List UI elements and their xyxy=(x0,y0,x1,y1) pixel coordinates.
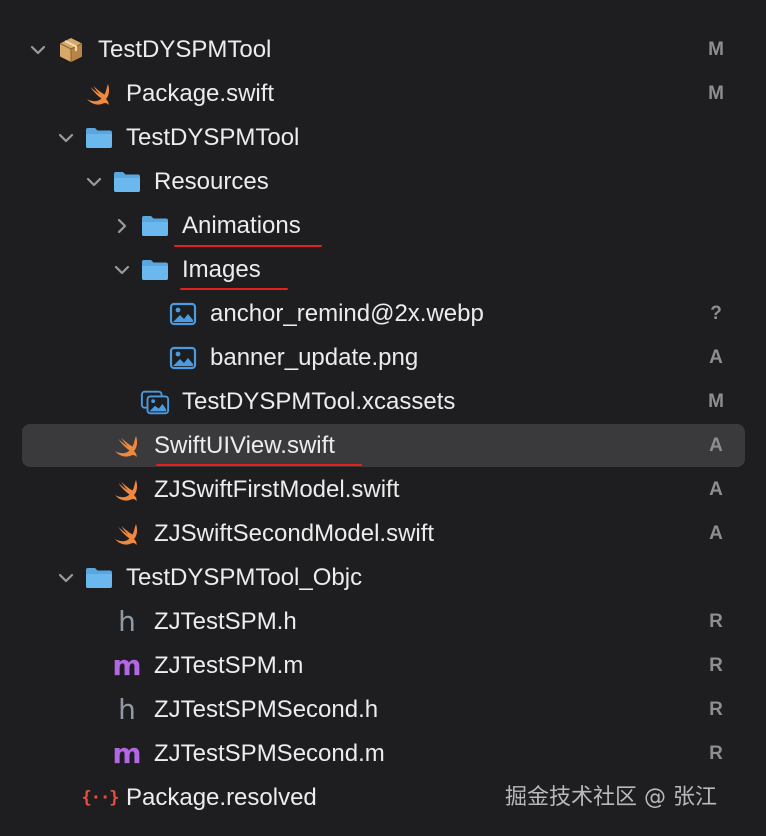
objc-file-icon: m xyxy=(112,740,142,768)
tree-item-label: ZJTestSPMSecond.m xyxy=(154,740,385,767)
source-control-status: M xyxy=(708,39,724,60)
tree-item-label: ZJTestSPMSecond.h xyxy=(154,696,379,723)
tree-row-file[interactable]: TestDYSPMTool.xcassets M xyxy=(0,380,766,424)
source-control-status: R xyxy=(709,699,723,720)
chevron-down-icon[interactable] xyxy=(84,172,104,192)
chevron-down-icon[interactable] xyxy=(112,260,132,280)
source-control-status: R xyxy=(709,743,723,764)
tree-item-label: ZJTestSPM.h xyxy=(154,608,297,635)
tree-item-label: TestDYSPMTool.xcassets xyxy=(182,388,456,415)
tree-item-label: banner_update.png xyxy=(210,344,419,371)
chevron-down-icon[interactable] xyxy=(56,128,76,148)
project-navigator: TestDYSPMTool M Package.swift M TestDYSP… xyxy=(0,0,766,836)
tree-row-file[interactable]: anchor_remind@2x.webp ? xyxy=(0,292,766,336)
swift-file-icon xyxy=(112,476,142,504)
tree-item-label: Animations xyxy=(182,212,301,239)
tree-row-file[interactable]: h ZJTestSPMSecond.h R xyxy=(0,688,766,732)
tree-item-label: Images xyxy=(182,256,261,283)
header-glyph: h xyxy=(118,605,136,638)
swift-file-icon xyxy=(112,520,142,548)
source-control-status xyxy=(698,204,734,248)
source-control-status: A xyxy=(709,479,723,500)
folder-icon xyxy=(140,212,170,240)
tree-item-label: ZJSwiftSecondModel.swift xyxy=(154,520,435,547)
source-control-status: A xyxy=(709,435,723,456)
tree-row-folder[interactable]: Animations xyxy=(0,204,766,248)
objc-file-icon: m xyxy=(112,652,142,680)
chevron-down-icon[interactable] xyxy=(56,568,76,588)
source-control-status xyxy=(698,556,734,600)
tree-row-folder[interactable]: Resources xyxy=(0,160,766,204)
header-file-icon: h xyxy=(112,608,142,636)
json-file-icon: {··} xyxy=(81,784,120,812)
tree-item-label: Package.resolved xyxy=(126,784,317,811)
source-control-status: A xyxy=(709,347,723,368)
header-file-icon: h xyxy=(112,696,142,724)
source-control-status: A xyxy=(709,523,723,544)
annotation-underline xyxy=(174,245,322,247)
tree-item-label: TestDYSPMTool xyxy=(126,124,300,151)
package-icon xyxy=(56,36,86,64)
source-control-status: M xyxy=(708,391,724,412)
swift-file-icon xyxy=(84,80,114,108)
tree-row-package[interactable]: TestDYSPMTool M xyxy=(0,28,766,72)
json-glyph: {··} xyxy=(81,788,120,808)
annotation-underline xyxy=(156,464,362,466)
watermark: 掘金技术社区 @ 张江 xyxy=(505,785,717,810)
tree-row-file[interactable]: banner_update.png A xyxy=(0,336,766,380)
tree-row-file[interactable]: ZJSwiftFirstModel.swift A xyxy=(0,468,766,512)
folder-icon xyxy=(84,564,114,592)
objc-glyph: m xyxy=(112,649,142,682)
source-control-status: M xyxy=(708,83,724,104)
folder-icon xyxy=(140,256,170,284)
tree-item-label: SwiftUIView.swift xyxy=(154,432,335,459)
tree-item-label: ZJSwiftFirstModel.swift xyxy=(154,476,400,503)
header-glyph: h xyxy=(118,693,136,726)
objc-glyph: m xyxy=(112,737,142,770)
annotation-underline xyxy=(180,288,288,290)
tree-row-file[interactable]: h ZJTestSPM.h R xyxy=(0,600,766,644)
tree-item-label: anchor_remind@2x.webp xyxy=(210,300,484,327)
tree-item-label: TestDYSPMTool xyxy=(98,36,272,63)
source-control-status xyxy=(698,248,734,292)
tree-item-label: Package.swift xyxy=(126,80,275,107)
tree-row-folder[interactable]: TestDYSPMTool_Objc xyxy=(0,556,766,600)
tree-row-file[interactable]: ZJSwiftSecondModel.swift A xyxy=(0,512,766,556)
folder-icon xyxy=(84,124,114,152)
asset-catalog-icon xyxy=(140,388,170,416)
folder-icon xyxy=(112,168,142,196)
source-control-status xyxy=(698,160,734,204)
tree-row-folder[interactable]: Images xyxy=(0,248,766,292)
tree-item-label: Resources xyxy=(154,168,269,195)
swift-file-icon xyxy=(112,432,142,460)
image-file-icon xyxy=(168,300,198,328)
chevron-down-icon[interactable] xyxy=(28,40,48,60)
source-control-status: ? xyxy=(710,303,722,324)
tree-row-file[interactable]: m ZJTestSPMSecond.m R xyxy=(0,732,766,776)
tree-row-file[interactable]: Package.swift M xyxy=(0,72,766,116)
tree-row-file-selected[interactable]: SwiftUIView.swift A xyxy=(0,424,766,468)
tree-item-label: TestDYSPMTool_Objc xyxy=(126,564,363,591)
source-control-status xyxy=(698,116,734,160)
image-file-icon xyxy=(168,344,198,372)
tree-row-folder[interactable]: TestDYSPMTool xyxy=(0,116,766,160)
tree-row-file[interactable]: m ZJTestSPM.m R xyxy=(0,644,766,688)
chevron-right-icon[interactable] xyxy=(112,216,132,236)
source-control-status: R xyxy=(709,655,723,676)
source-control-status: R xyxy=(709,611,723,632)
tree-item-label: ZJTestSPM.m xyxy=(154,652,304,679)
